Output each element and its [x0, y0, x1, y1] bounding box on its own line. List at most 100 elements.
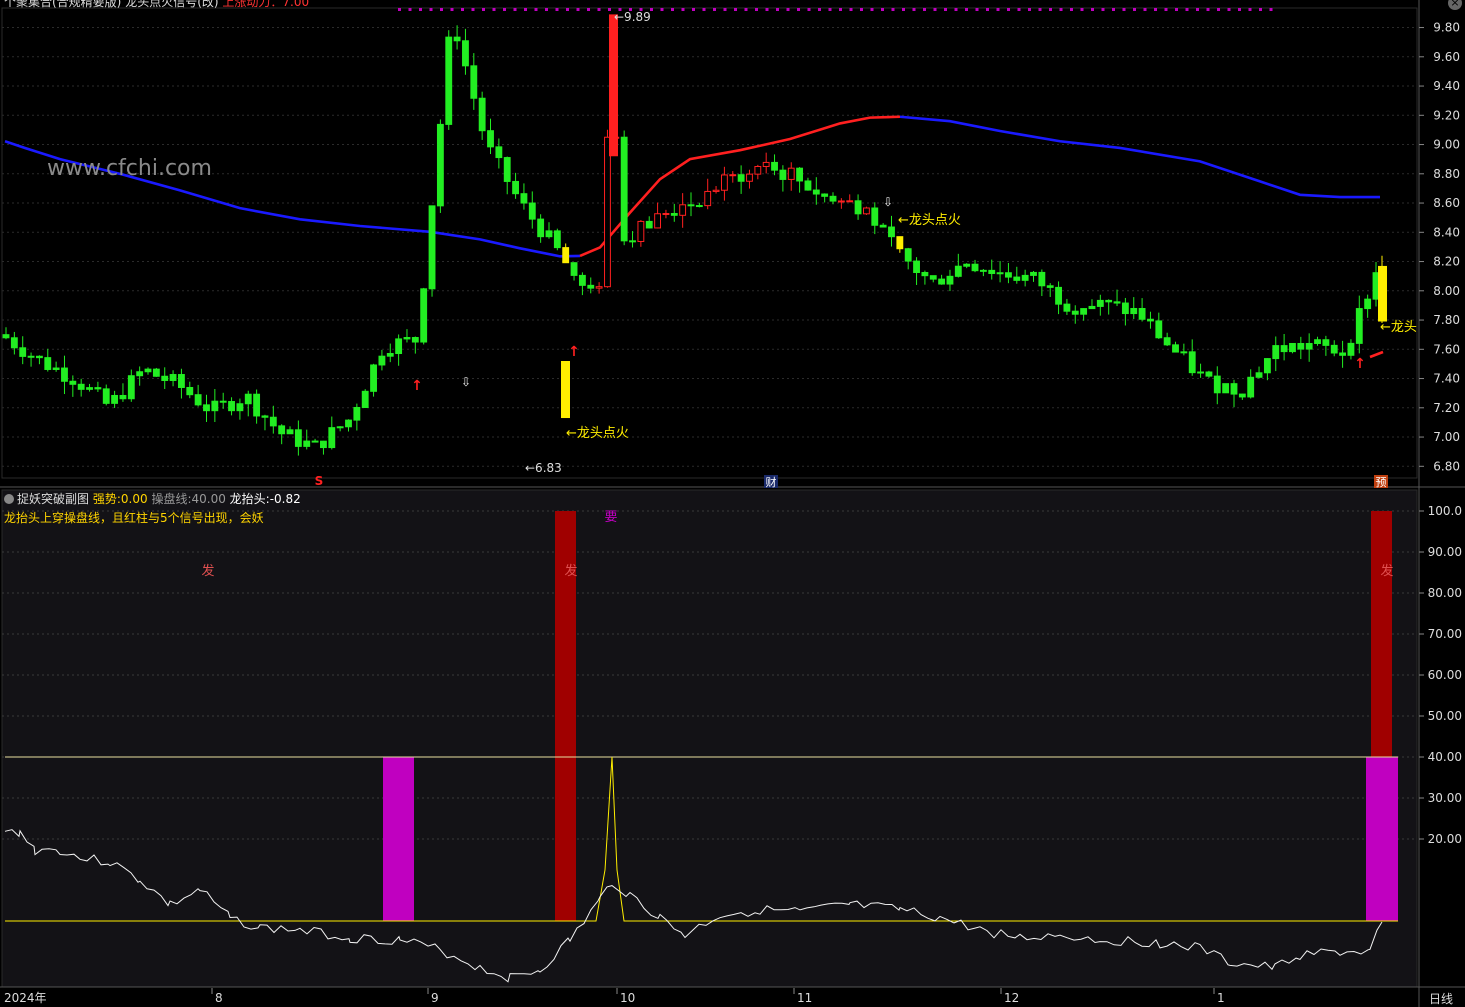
price-tick-label: 9.00 [1433, 138, 1460, 152]
candle-body [336, 426, 344, 429]
price-tick-label: 8.80 [1433, 167, 1460, 181]
period-dot [713, 8, 716, 11]
candle-body [428, 205, 436, 290]
period-dot [1059, 8, 1063, 11]
period-dot [902, 8, 905, 11]
period-dot [1091, 8, 1094, 11]
period-dot [1175, 8, 1178, 11]
signal-label: ←龙头点火 [566, 426, 629, 441]
candle-body [1272, 345, 1280, 360]
candle-body [27, 355, 35, 358]
price-tick-label: 9.80 [1433, 21, 1460, 35]
indicator-settings-icon[interactable] [4, 494, 14, 504]
candle-body [704, 190, 712, 207]
month-label: 12 [1004, 991, 1019, 1005]
candle-body [904, 248, 912, 262]
period-label[interactable]: 日线 [1429, 990, 1453, 1007]
candle-body [194, 394, 202, 406]
candle-body [1096, 299, 1104, 307]
candle-body [1163, 337, 1171, 346]
bar-label: 发 [201, 563, 214, 579]
period-dot [1227, 8, 1231, 11]
candle-body [1355, 308, 1363, 344]
candle-body [670, 213, 678, 216]
candle-spike [609, 14, 618, 157]
price-tick-label: 8.20 [1433, 255, 1460, 269]
period-dot [398, 8, 401, 11]
candle-body [294, 429, 302, 447]
candle-body [762, 161, 770, 167]
strength-label: 强势: [92, 492, 121, 506]
candle-body [737, 174, 745, 182]
period-dot [818, 8, 821, 11]
candle-body [303, 440, 311, 447]
period-dot [1017, 8, 1021, 11]
candle-body [938, 278, 946, 285]
candle-body [1305, 342, 1313, 350]
period-dot [660, 8, 664, 11]
period-dot [419, 8, 422, 11]
month-label: 10 [620, 991, 635, 1005]
main-second-text: 龙头点火信号(改) [125, 0, 219, 9]
candle-body [361, 390, 369, 408]
signal-bar-top [1366, 757, 1398, 921]
candle-body [1030, 271, 1037, 276]
period-dot [671, 8, 674, 11]
period-dot [734, 8, 737, 11]
period-dot [786, 8, 790, 11]
candle-body [19, 347, 27, 357]
candle-body [495, 146, 503, 159]
candle-body [453, 36, 461, 42]
candle-body [821, 193, 829, 197]
candle-body [1063, 303, 1071, 312]
period-dot [471, 8, 475, 11]
candle-body [570, 262, 578, 276]
period-dot [1259, 8, 1262, 11]
sub-tick-label: 30.00 [1428, 791, 1462, 805]
sub-panel-name[interactable]: 捉妖突破副图 [17, 492, 89, 506]
candle-body [353, 406, 361, 421]
candle-body [620, 136, 628, 242]
year-label: 2024年 [4, 991, 47, 1005]
period-dot [440, 8, 443, 11]
control-value: 40.00 [191, 492, 226, 506]
period-dot [965, 8, 968, 11]
buy-arrow: ↑ [411, 378, 423, 394]
event-marker: 预 [1376, 476, 1387, 489]
period-dot [891, 8, 895, 11]
candle-body [1205, 371, 1213, 377]
candle-body [1180, 351, 1188, 354]
candle-body [2, 334, 10, 339]
period-dot [429, 8, 433, 11]
candle-body [102, 388, 110, 404]
candle-body [587, 284, 595, 289]
candle-body [1255, 372, 1263, 378]
period-dot [566, 8, 569, 11]
sub-tick-label: 20.00 [1428, 832, 1462, 846]
candle-body [203, 404, 210, 412]
period-dot [954, 8, 958, 11]
candle-body [111, 394, 119, 404]
signal-candle [561, 361, 570, 419]
bar-label: 要 [604, 510, 617, 525]
period-dot [1070, 8, 1073, 11]
candle-body [253, 393, 261, 417]
candle-body [94, 387, 102, 390]
candle-body [662, 213, 670, 216]
candle-body [378, 355, 386, 366]
period-dot [923, 8, 926, 11]
candle-body [896, 236, 904, 250]
candle-body [520, 193, 528, 204]
candle-body [1314, 339, 1321, 344]
main-value-text: 上涨动力：7.00 [222, 0, 310, 9]
candle-body [528, 202, 536, 220]
control-label: 操盘线: [151, 492, 192, 506]
candle-body [863, 207, 870, 215]
period-dot [933, 8, 937, 11]
candle-body [420, 288, 428, 343]
period-dot [1217, 8, 1220, 11]
period-dot [1164, 8, 1168, 11]
period-dot [776, 8, 779, 11]
period-dot [1154, 8, 1157, 11]
period-dot [1206, 8, 1210, 11]
